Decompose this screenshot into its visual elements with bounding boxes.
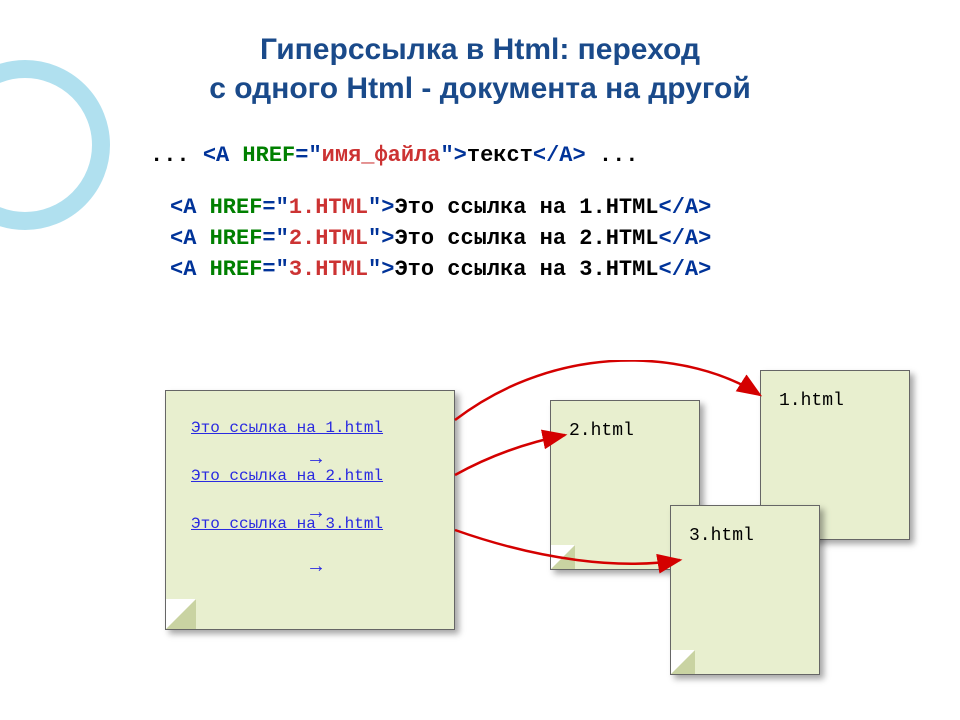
target-document-3: 3.html bbox=[670, 505, 820, 675]
syntax-eq: = bbox=[295, 143, 308, 168]
title-line-1: Гиперссылка в Html: переход bbox=[260, 33, 700, 66]
page-fold-icon bbox=[166, 599, 196, 629]
syntax-href: HREF bbox=[242, 143, 295, 168]
example-text: Это ссылка на 1.HTML bbox=[394, 195, 658, 220]
page-fold-icon bbox=[551, 545, 575, 569]
examples-block: <A HREF="1.HTML">Это ссылка на 1.HTML</A… bbox=[170, 193, 960, 285]
example-text: Это ссылка на 3.HTML bbox=[394, 257, 658, 282]
syntax-suffix: ... bbox=[586, 143, 639, 168]
arrow-icon: → bbox=[306, 501, 326, 524]
example-text: Это ссылка на 2.HTML bbox=[394, 226, 658, 251]
source-document: → → → Это ссылка на 1.html Это ссылка на… bbox=[165, 390, 455, 630]
syntax-linktext: текст bbox=[467, 143, 533, 168]
syntax-q2: " bbox=[440, 143, 453, 168]
syntax-a-open: <A bbox=[203, 143, 243, 168]
doc-label: 3.html bbox=[689, 526, 754, 546]
syntax-filename: имя_файла bbox=[322, 143, 441, 168]
code-area: ... <A HREF="имя_файла">текст</A> ... <A… bbox=[150, 143, 960, 285]
example-line: <A HREF="2.HTML">Это ссылка на 2.HTML</A… bbox=[170, 224, 960, 255]
arrow-icon: → bbox=[306, 555, 326, 578]
page-title: Гиперссылка в Html: переход с одного Htm… bbox=[0, 0, 960, 108]
doc-label: 1.html bbox=[779, 391, 844, 411]
title-line-2: с одного Html - документа на другой bbox=[209, 72, 751, 105]
syntax-template-line: ... <A HREF="имя_файла">текст</A> ... bbox=[150, 143, 960, 168]
diagram-area: → → → Это ссылка на 1.html Это ссылка на… bbox=[0, 360, 960, 720]
syntax-close-a: </A> bbox=[533, 143, 586, 168]
syntax-close-open: > bbox=[454, 143, 467, 168]
syntax-q1: " bbox=[308, 143, 321, 168]
syntax-prefix: ... bbox=[150, 143, 190, 168]
example-file: 2.HTML bbox=[289, 226, 368, 251]
example-line: <A HREF="3.HTML">Это ссылка на 3.HTML</A… bbox=[170, 255, 960, 286]
doc-label: 2.html bbox=[569, 421, 634, 441]
example-line: <A HREF="1.HTML">Это ссылка на 1.HTML</A… bbox=[170, 193, 960, 224]
page-fold-icon bbox=[671, 650, 695, 674]
example-file: 3.HTML bbox=[289, 257, 368, 282]
example-file: 1.HTML bbox=[289, 195, 368, 220]
arrow-icon: → bbox=[306, 447, 326, 470]
doc-link-1[interactable]: Это ссылка на 1.html bbox=[191, 419, 439, 437]
